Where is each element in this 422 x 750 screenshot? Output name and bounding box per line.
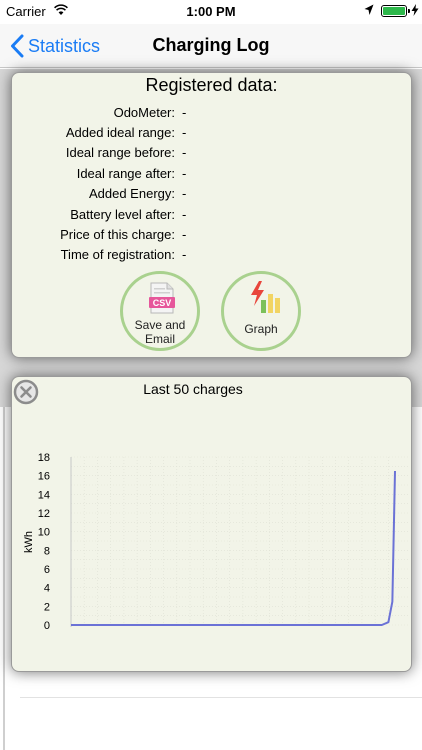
battery-nub xyxy=(408,9,410,13)
y-tick-label: 4 xyxy=(44,583,50,595)
y-tick-label: 16 xyxy=(38,471,50,483)
ideal-range-before-row: Ideal range before: - xyxy=(12,143,411,163)
battery-level-after-row: Battery level after: - xyxy=(12,205,411,225)
row-value: - xyxy=(182,186,187,201)
save-and-email-button[interactable]: CSV Save and Email xyxy=(120,271,200,351)
navigation-bar: Statistics Charging Log xyxy=(0,24,422,68)
battery-icon xyxy=(381,5,407,17)
odometer-row: OdoMeter: - xyxy=(12,103,411,123)
charging-bolt-icon xyxy=(411,4,419,16)
save-and-email-line2: Email xyxy=(144,332,175,346)
y-tick-label: 8 xyxy=(44,545,50,557)
y-axis-label: kWh xyxy=(23,531,35,553)
bar-chart-icon xyxy=(251,281,280,313)
page-title: Charging Log xyxy=(152,35,270,55)
row-value: - xyxy=(182,105,187,120)
y-tick-label: 18 xyxy=(38,452,50,464)
graph-button-label: Graph xyxy=(244,322,278,336)
y-tick-label: 2 xyxy=(44,601,50,613)
row-value: - xyxy=(182,247,187,262)
row-label: Price of this charge: xyxy=(60,227,175,242)
y-tick-label: 0 xyxy=(44,620,50,632)
registered-data-heading: Registered data: xyxy=(145,75,278,95)
y-tick-label: 12 xyxy=(38,508,50,520)
row-value: - xyxy=(182,227,187,242)
row-label: OdoMeter: xyxy=(113,105,175,120)
row-label: Time of registration: xyxy=(60,247,175,262)
y-tick-label: 10 xyxy=(38,527,50,539)
added-ideal-range-row: Added ideal range: - xyxy=(12,123,411,143)
y-tick-label: 14 xyxy=(38,489,50,501)
y-tick-label: 6 xyxy=(44,564,50,576)
csv-file-icon: CSV xyxy=(149,282,175,314)
row-label: Ideal range after: xyxy=(76,166,175,181)
status-bar: Carrier 1:00 PM xyxy=(0,0,422,24)
price-of-charge-row: Price of this charge: - xyxy=(12,225,411,245)
graph-button[interactable]: Graph xyxy=(221,271,301,351)
chart-grid xyxy=(70,456,409,626)
ideal-range-after-row: Ideal range after: - xyxy=(12,164,411,184)
location-arrow-icon xyxy=(364,4,374,15)
row-label: Battery level after: xyxy=(70,207,175,222)
background-card-edge xyxy=(3,407,5,750)
save-and-email-label: Save and Email xyxy=(123,318,197,346)
chart-panel: Last 50 charges kWh 0 2 4 6 8 10 12 14 16 18 xyxy=(11,376,412,672)
row-label: Added Energy: xyxy=(88,186,175,201)
row-value: - xyxy=(182,207,187,222)
charges-chart: kWh 0 2 4 6 8 10 12 14 16 18 xyxy=(23,452,409,632)
time-of-registration-row: Time of registration: - xyxy=(12,245,411,265)
csv-badge-text: CSV xyxy=(153,298,172,308)
row-value: - xyxy=(182,145,187,160)
row-label: Added ideal range: xyxy=(65,125,175,140)
background-divider xyxy=(20,697,422,698)
added-energy-row: Added Energy: - xyxy=(12,184,411,204)
registered-data-panel: Registered data: OdoMeter: - Added ideal… xyxy=(11,72,412,358)
save-and-email-line1: Save and xyxy=(134,318,186,332)
row-value: - xyxy=(182,125,187,140)
y-tick-labels: 0 2 4 6 8 10 12 14 16 18 xyxy=(38,452,50,632)
row-label: Ideal range before: xyxy=(65,145,175,160)
row-value: - xyxy=(182,166,187,181)
clock: 1:00 PM xyxy=(186,4,236,19)
